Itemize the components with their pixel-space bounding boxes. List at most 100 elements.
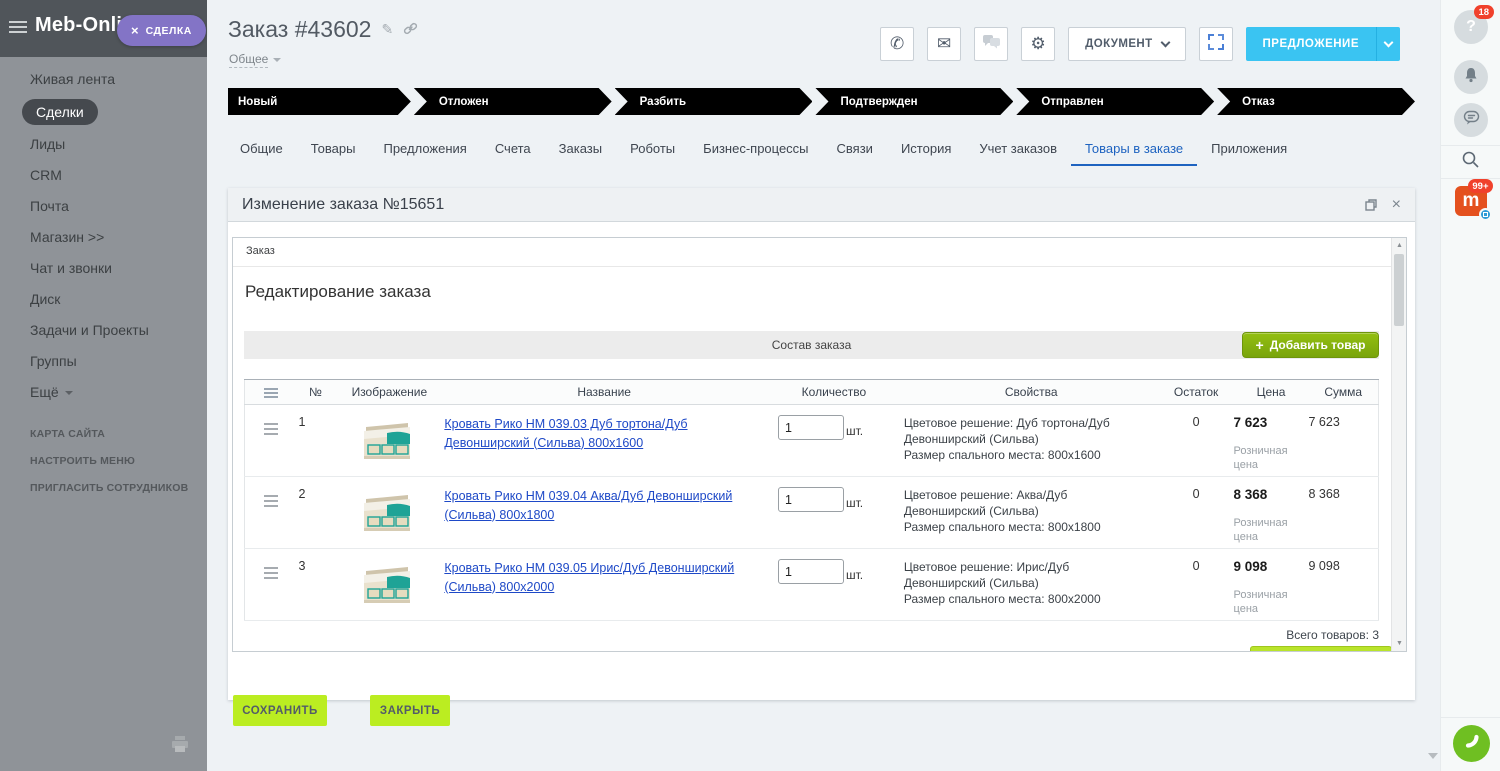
right-rail: ? 18 m 99+ (1440, 0, 1500, 771)
document-dropdown[interactable]: ДОКУМЕНТ (1068, 27, 1185, 61)
tab-general[interactable]: Общие (228, 136, 297, 166)
settings-button[interactable]: ⚙ (1021, 27, 1055, 61)
product-image[interactable] (358, 415, 416, 465)
proposal-caret-button[interactable] (1377, 27, 1400, 61)
m-logo: m (1463, 190, 1480, 212)
scope-selector[interactable]: Общее (229, 52, 281, 66)
stock-value: 0 (1159, 549, 1234, 621)
sidebar-item-tasks-projects[interactable]: Задачи и Проекты (0, 315, 207, 346)
tab-history[interactable]: История (887, 136, 965, 166)
add-product-button[interactable]: + Добавить товар (1242, 332, 1379, 358)
edit-pencil-icon[interactable]: ✎ (381, 21, 393, 38)
tab-orders[interactable]: Заказы (545, 136, 616, 166)
scroll-up-icon[interactable]: ▲ (1392, 242, 1407, 249)
price-type: Розничная цена (1234, 588, 1296, 617)
email-button[interactable]: ✉ (927, 27, 961, 61)
frame-scrollbar[interactable]: ▲ ▼ (1391, 238, 1406, 651)
drag-handle-icon[interactable] (264, 423, 278, 438)
quantity-input[interactable] (778, 415, 844, 440)
sidebar-item-live-feed[interactable]: Живая лента (0, 64, 207, 95)
price-value: 9 098 (1234, 559, 1309, 574)
stage-sent[interactable]: Отправлен (1016, 88, 1214, 115)
tab-order-accounting[interactable]: Учет заказов (965, 136, 1071, 166)
product-image[interactable] (358, 559, 416, 609)
tab-proposals[interactable]: Предложения (369, 136, 480, 166)
price-type: Розничная цена (1234, 516, 1296, 545)
product-properties: Цветовое решение: Ирис/Дуб Девонширский … (904, 559, 1159, 608)
collapse-icon[interactable] (1428, 753, 1438, 759)
sidebar-item-groups[interactable]: Группы (0, 346, 207, 377)
table-menu-icon[interactable] (264, 388, 278, 400)
save-button[interactable]: СОХРАНИТЬ (233, 695, 327, 726)
sidebar-item-sitemap[interactable]: КАРТА САЙТА (0, 421, 207, 448)
drag-handle-icon[interactable] (264, 567, 278, 582)
sidebar-item-invite-employees[interactable]: ПРИГЛАСИТЬ СОТРУДНИКОВ (0, 475, 207, 502)
sidebar-footer: КАРТА САЙТА НАСТРОИТЬ МЕНЮ ПРИГЛАСИТЬ СО… (0, 421, 207, 502)
stage-new[interactable]: Новый (228, 88, 411, 115)
order-edit-panel: Изменение заказа №15651 × Заказ Редактир… (228, 188, 1415, 700)
sidebar-item-leads[interactable]: Лиды (0, 129, 207, 160)
close-icon[interactable]: × (1392, 197, 1401, 213)
sidebar-item-crm[interactable]: CRM (0, 160, 207, 191)
sidebar-item-chat-calls[interactable]: Чат и звонки (0, 253, 207, 284)
col-image: Изображение (334, 380, 444, 405)
tab-products[interactable]: Товары (297, 136, 370, 166)
search-icon (1461, 156, 1480, 173)
product-link[interactable]: Кровать Рико НМ 039.05 Ирис/Дуб Девоншир… (444, 561, 734, 594)
sum-value: 8 368 (1309, 477, 1379, 549)
sidebar-item-disk[interactable]: Диск (0, 284, 207, 315)
product-link[interactable]: Кровать Рико НМ 039.03 Дуб тортона/Дуб Д… (444, 417, 687, 450)
scrollbar-thumb[interactable] (1394, 254, 1404, 326)
chat-button[interactable] (974, 27, 1008, 61)
deal-pill-label: СДЕЛКА (146, 25, 192, 37)
panel-title: Изменение заказа №15651 (242, 196, 444, 214)
menu-hamburger-icon[interactable] (9, 21, 27, 35)
sidebar-item-deals[interactable]: Сделки (0, 95, 207, 129)
cutoff-button[interactable] (1250, 646, 1391, 651)
sidebar-item-mail[interactable]: Почта (0, 191, 207, 222)
tab-invoices[interactable]: Счета (481, 136, 545, 166)
messenger-button[interactable] (1454, 103, 1488, 137)
sidebar-item-shop[interactable]: Магазин >> (0, 222, 207, 253)
sidebar-item-configure-menu[interactable]: НАСТРОИТЬ МЕНЮ (0, 448, 207, 475)
tab-products-in-order[interactable]: Товары в заказе (1071, 136, 1197, 166)
page-title: Заказ #43602 (228, 16, 371, 43)
scroll-down-icon[interactable]: ▼ (1392, 640, 1407, 647)
close-button[interactable]: ЗАКРЫТЬ (370, 695, 450, 726)
search-button[interactable] (1461, 150, 1480, 174)
notifications-button[interactable] (1454, 60, 1488, 94)
stage-confirmed[interactable]: Подтвержден (815, 88, 1013, 115)
quantity-input[interactable] (778, 559, 844, 584)
chevron-down-icon (65, 391, 73, 395)
info-dot-icon (1479, 208, 1492, 221)
sidebar-item-more[interactable]: Ещё (0, 377, 207, 408)
call-button[interactable]: ✆ (880, 27, 914, 61)
quantity-input[interactable] (778, 487, 844, 512)
chevron-down-icon (273, 58, 281, 62)
tab-robots[interactable]: Роботы (616, 136, 689, 166)
support-call-button[interactable] (1453, 725, 1490, 762)
sidebar-nav: Живая лента Сделки Лиды CRM Почта Магази… (0, 64, 207, 408)
tab-business-processes[interactable]: Бизнес-процессы (689, 136, 822, 166)
form-breadcrumb[interactable]: Заказ (246, 245, 275, 257)
product-image[interactable] (358, 487, 416, 537)
row-num: 1 (296, 405, 334, 477)
drag-handle-icon[interactable] (264, 495, 278, 510)
printer-icon[interactable] (170, 735, 190, 758)
tab-links[interactable]: Связи (823, 136, 887, 166)
stage-split[interactable]: Разбить (615, 88, 813, 115)
popout-window-icon[interactable] (1365, 199, 1377, 211)
stage-postponed[interactable]: Отложен (414, 88, 612, 115)
close-icon[interactable]: × (131, 24, 139, 37)
stage-declined[interactable]: Отказ (1217, 88, 1415, 115)
fullscreen-button[interactable] (1199, 27, 1233, 61)
marketplace-button[interactable]: m 99+ (1455, 186, 1487, 216)
product-link[interactable]: Кровать Рико НМ 039.04 Аква/Дуб Девоншир… (444, 489, 732, 522)
tab-apps[interactable]: Приложения (1197, 136, 1301, 166)
proposal-button[interactable]: ПРЕДЛОЖЕНИЕ (1246, 27, 1376, 61)
table-header-row: № Изображение Название Количество Свойст… (245, 380, 1379, 405)
copy-link-icon[interactable] (403, 21, 418, 39)
deal-pill[interactable]: × СДЕЛКА (117, 15, 206, 46)
form-heading: Редактирование заказа (245, 282, 431, 302)
row-num: 2 (296, 477, 334, 549)
